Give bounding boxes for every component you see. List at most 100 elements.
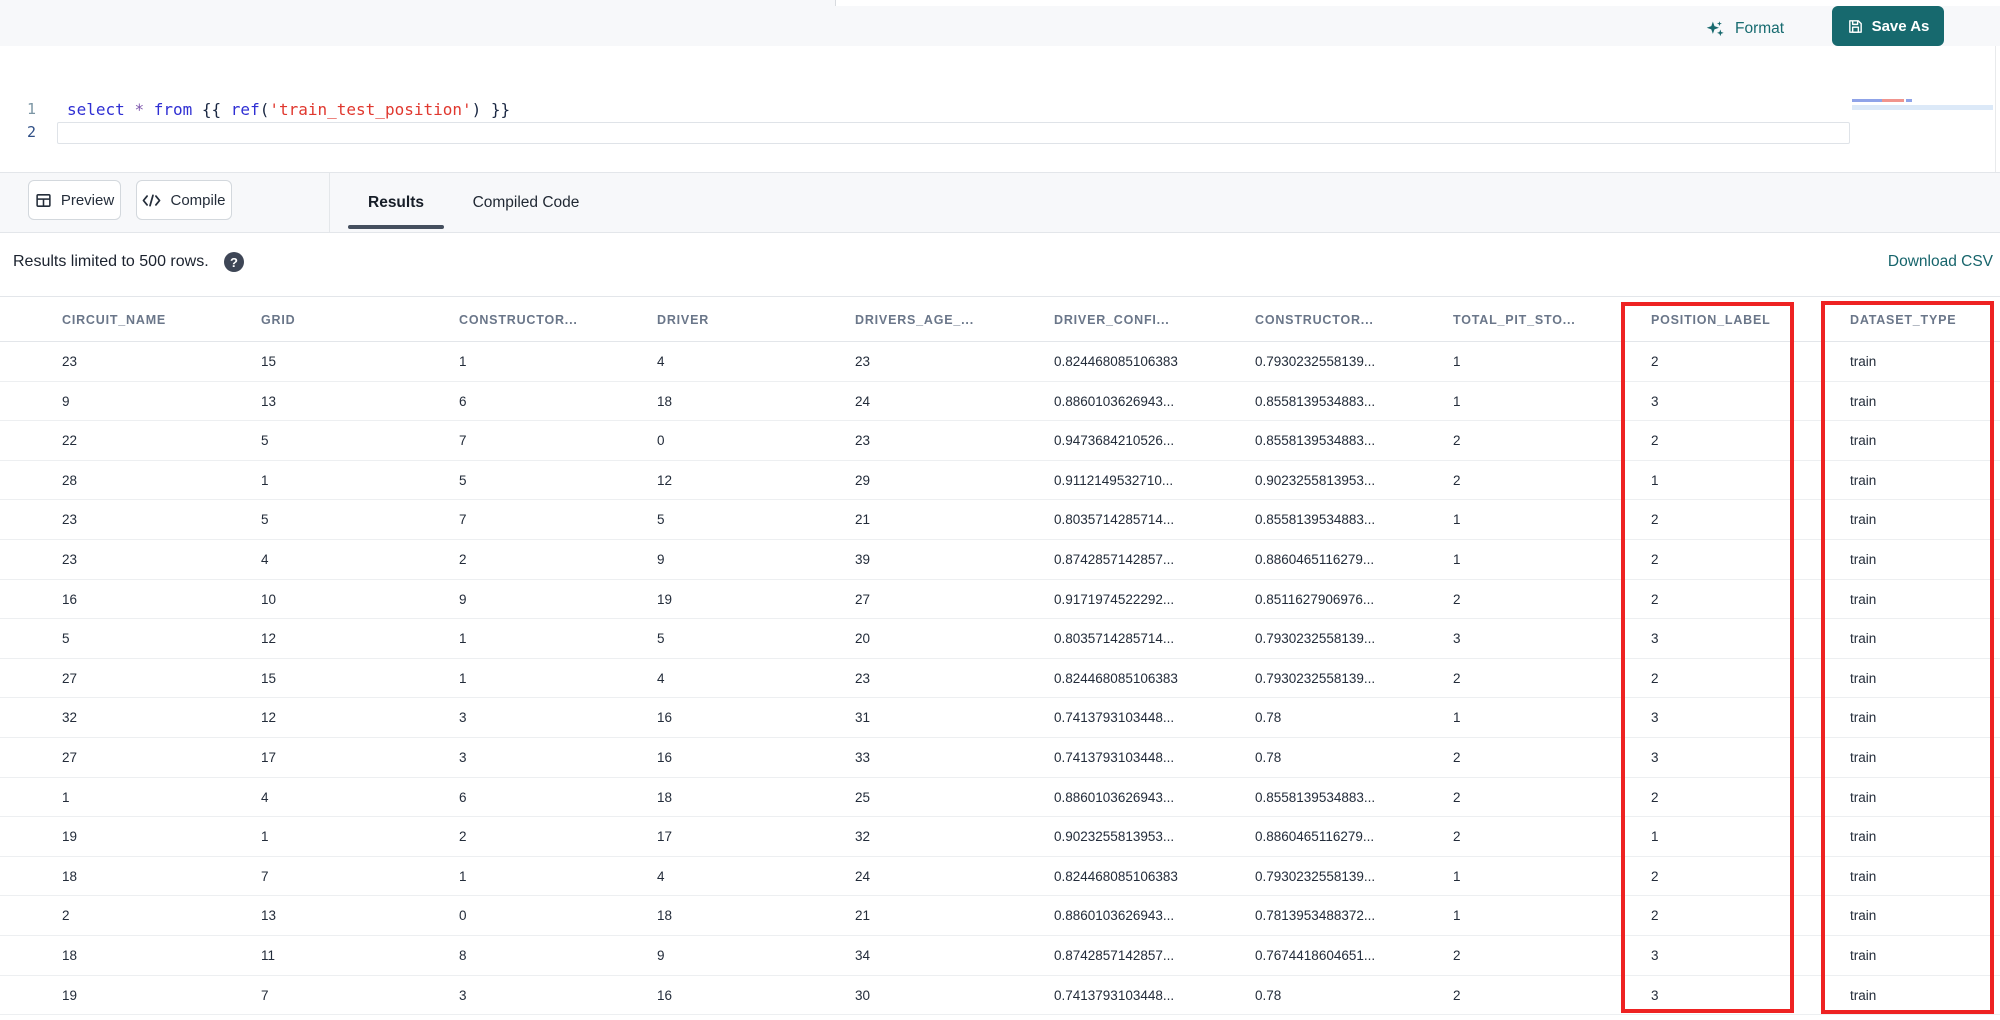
table-cell[interactable]: 0.7413793103448... [1054,698,1174,738]
table-cell[interactable]: 0.8558139534883... [1255,382,1375,422]
table-cell[interactable]: 18 [62,936,77,976]
table-cell[interactable]: train [1850,580,1876,620]
table-cell[interactable]: 19 [62,976,77,1016]
table-cell[interactable]: 3 [1651,619,1659,659]
table-cell[interactable]: 5 [62,619,70,659]
table-cell[interactable]: 2 [1651,659,1659,699]
table-cell[interactable]: 0.824468085106383 [1054,857,1178,897]
table-cell[interactable]: 21 [855,896,870,936]
table-cell[interactable]: 6 [459,778,467,818]
table-cell[interactable]: 0.7930232558139... [1255,342,1375,382]
table-cell[interactable]: 2 [1453,817,1461,857]
table-cell[interactable]: 17 [657,817,672,857]
table-cell[interactable]: 2 [1453,421,1461,461]
table-cell[interactable]: 9 [459,580,467,620]
table-cell[interactable]: 12 [261,619,276,659]
table-cell[interactable]: 10 [261,580,276,620]
table-cell[interactable]: 0.8860465116279... [1255,540,1374,580]
table-cell[interactable]: 2 [1651,421,1659,461]
table-cell[interactable]: 3 [459,976,467,1016]
table-cell[interactable]: 27 [855,580,870,620]
table-cell[interactable]: 0.7930232558139... [1255,659,1375,699]
table-cell[interactable]: 15 [261,342,276,382]
table-cell[interactable]: 0.9023255813953... [1255,461,1375,501]
table-cell[interactable]: 0.824468085106383 [1054,659,1178,699]
table-cell[interactable]: 2 [62,896,70,936]
table-cell[interactable]: train [1850,976,1876,1016]
table-cell[interactable]: 0.824468085106383 [1054,342,1178,382]
table-cell[interactable]: 0 [459,896,467,936]
table-cell[interactable]: 6 [459,382,467,422]
table-cell[interactable]: 2 [1453,659,1461,699]
table-cell[interactable]: 39 [855,540,870,580]
table-cell[interactable]: 1 [261,461,269,501]
table-cell[interactable]: 0.9171974522292... [1054,580,1174,620]
table-cell[interactable]: 16 [657,738,672,778]
table-cell[interactable]: 18 [657,896,672,936]
table-cell[interactable]: 18 [657,778,672,818]
table-cell[interactable]: train [1850,817,1876,857]
table-cell[interactable]: 13 [261,896,276,936]
table-cell[interactable]: 1 [1453,698,1461,738]
table-cell[interactable]: 4 [657,342,665,382]
table-cell[interactable]: train [1850,619,1876,659]
tab-compiled-code[interactable]: Compiled Code [467,173,585,232]
table-cell[interactable]: 2 [1453,461,1461,501]
table-cell[interactable]: train [1850,738,1876,778]
table-cell[interactable]: 0.7930232558139... [1255,619,1375,659]
table-cell[interactable]: 2 [1651,857,1659,897]
table-cell[interactable]: 12 [261,698,276,738]
editor-minimap[interactable] [1852,96,1993,166]
table-cell[interactable]: 19 [62,817,77,857]
column-header[interactable]: CONSTRUCTOR... [1255,297,1374,343]
table-cell[interactable]: 22 [62,421,77,461]
table-cell[interactable]: 3 [459,738,467,778]
table-cell[interactable]: 0.78 [1255,976,1281,1016]
column-header[interactable]: DRIVERS_AGE_... [855,297,974,343]
table-cell[interactable]: 34 [855,936,870,976]
table-cell[interactable]: 3 [1651,382,1659,422]
table-cell[interactable]: 2 [1651,540,1659,580]
table-cell[interactable]: 3 [1453,619,1461,659]
tab-results[interactable]: Results [348,173,444,232]
table-cell[interactable]: 16 [62,580,77,620]
table-cell[interactable]: 0.9473684210526... [1054,421,1174,461]
table-cell[interactable]: 0.8742857142857... [1054,540,1174,580]
table-cell[interactable]: 33 [855,738,870,778]
table-cell[interactable]: 3 [459,698,467,738]
table-cell[interactable]: train [1850,382,1876,422]
table-cell[interactable]: 1 [1453,540,1461,580]
table-cell[interactable]: 1 [1453,857,1461,897]
table-cell[interactable]: 0.7674418604651... [1255,936,1375,976]
active-line-highlight[interactable] [57,122,1850,144]
table-cell[interactable]: 5 [459,461,467,501]
table-cell[interactable]: 0.8558139534883... [1255,778,1375,818]
table-cell[interactable]: 7 [261,857,269,897]
table-cell[interactable]: 1 [459,342,467,382]
download-csv-link[interactable]: Download CSV [1888,253,1993,271]
table-cell[interactable]: 2 [1453,738,1461,778]
table-cell[interactable]: train [1850,342,1876,382]
table-cell[interactable]: 0.9023255813953... [1054,817,1174,857]
table-cell[interactable]: 0.8558139534883... [1255,421,1375,461]
table-cell[interactable]: 19 [657,580,672,620]
column-header[interactable]: POSITION_LABEL [1651,297,1771,343]
table-cell[interactable]: train [1850,659,1876,699]
table-cell[interactable]: 29 [855,461,870,501]
table-cell[interactable]: 2 [1453,936,1461,976]
table-cell[interactable]: 0.7413793103448... [1054,738,1174,778]
table-cell[interactable]: 2 [1453,778,1461,818]
table-cell[interactable]: 4 [657,857,665,897]
column-header[interactable]: DRIVER [657,297,709,343]
table-cell[interactable]: 0.8035714285714... [1054,619,1174,659]
save-as-button[interactable]: Save As [1832,6,1944,46]
table-cell[interactable]: 7 [459,500,467,540]
table-cell[interactable]: 0.9112149532710... [1054,461,1173,501]
table-cell[interactable]: 0.8860103626943... [1054,382,1174,422]
table-cell[interactable]: 0.78 [1255,738,1281,778]
table-cell[interactable]: 5 [261,421,269,461]
table-cell[interactable]: 0.8511627906976... [1255,580,1374,620]
table-cell[interactable]: 32 [62,698,77,738]
table-cell[interactable]: 0.8558139534883... [1255,500,1375,540]
table-cell[interactable]: 5 [657,500,665,540]
